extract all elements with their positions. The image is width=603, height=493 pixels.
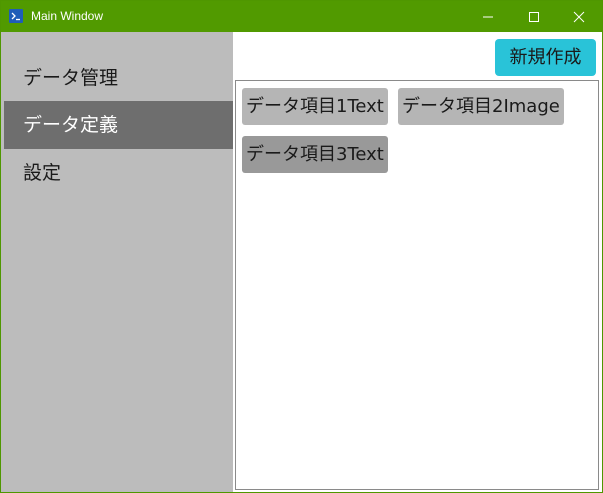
close-icon (573, 11, 585, 23)
maximize-icon (529, 12, 539, 22)
title-bar[interactable]: Main Window (1, 1, 602, 32)
terminal-icon (9, 9, 23, 23)
sidebar-item-settings[interactable]: 設定 (4, 149, 233, 197)
sidebar: データ管理 データ定義 設定 (1, 32, 233, 492)
sidebar-item-label: データ管理 (23, 67, 119, 89)
sidebar-item-label: データ定義 (23, 114, 119, 136)
close-button[interactable] (556, 1, 602, 32)
minimize-button[interactable] (465, 1, 511, 32)
create-new-button[interactable]: 新規作成 (495, 39, 596, 76)
main-window: Main Window データ管理 データ定義 設定 新規作成 データ項目1Te… (0, 0, 603, 493)
maximize-button[interactable] (511, 1, 557, 32)
data-item-chip[interactable]: データ項目1Text (242, 88, 388, 125)
data-item-chip[interactable]: データ項目3Text (242, 136, 388, 173)
main-content: 新規作成 データ項目1Text データ項目2Image データ項目3Text (233, 32, 602, 492)
data-item-panel: データ項目1Text データ項目2Image データ項目3Text (235, 80, 599, 490)
sidebar-item-data-definition[interactable]: データ定義 (4, 101, 233, 149)
sidebar-item-label: 設定 (23, 162, 62, 184)
sidebar-item-data-management[interactable]: データ管理 (4, 54, 233, 102)
minimize-icon (483, 16, 493, 18)
window-title: Main Window (31, 9, 104, 23)
data-item-chip[interactable]: データ項目2Image (398, 88, 564, 125)
